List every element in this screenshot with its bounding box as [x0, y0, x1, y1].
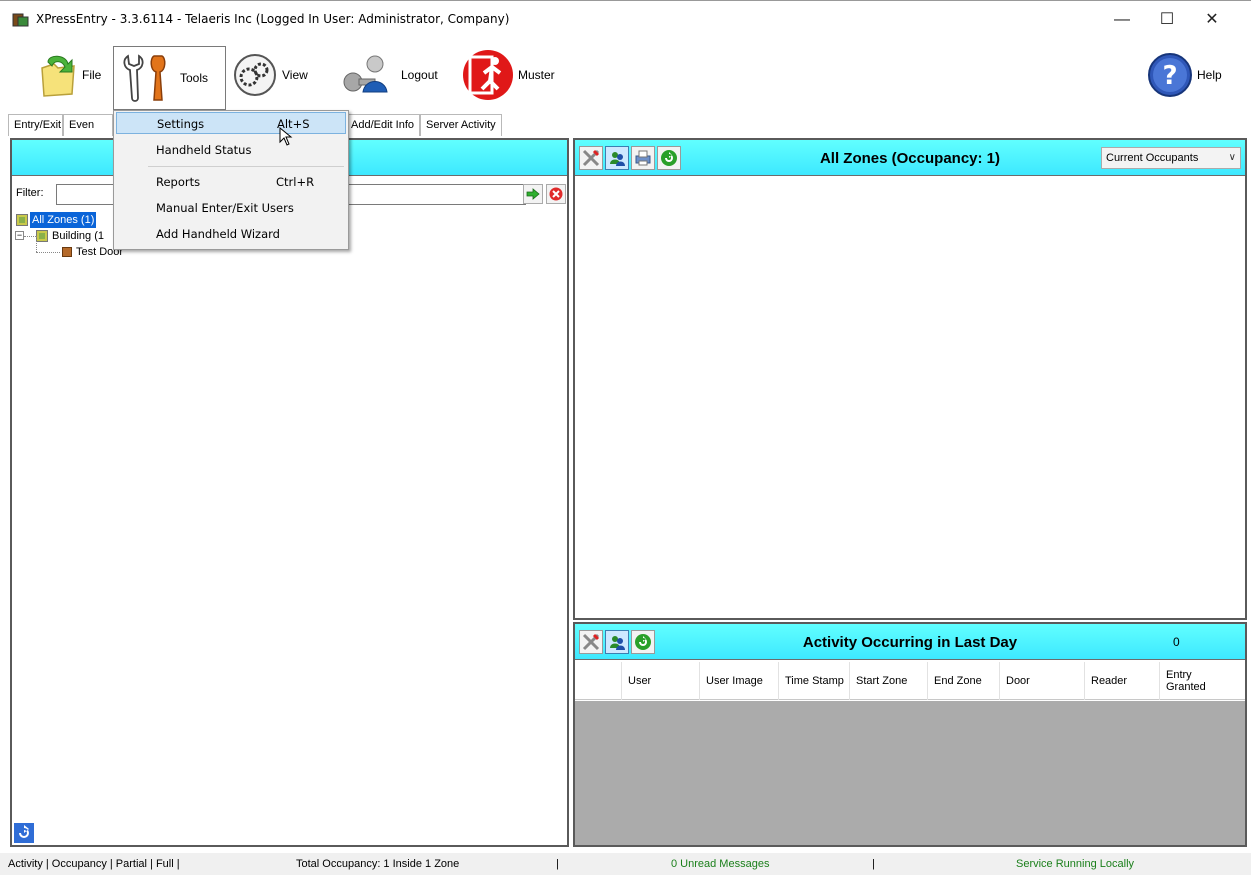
refresh-icon[interactable] — [14, 823, 34, 843]
mouse-cursor-icon — [279, 127, 293, 146]
column-user[interactable]: User — [621, 662, 699, 700]
title-bar: XPressEntry - 3.3.6114 - Telaeris Inc (L… — [0, 0, 1251, 36]
status-bar: Activity | Occupancy | Partial | Full | … — [0, 853, 1251, 875]
muster-label: Muster — [518, 68, 555, 82]
muster-button[interactable]: Muster — [462, 40, 555, 110]
tab-entry-exit[interactable]: Entry/Exit — [8, 114, 63, 136]
view-button[interactable]: View — [232, 40, 308, 110]
folder-icon — [41, 55, 75, 97]
activity-panel: Activity Occurring in Last Day 0 User Us… — [573, 622, 1247, 847]
tools-icon — [123, 54, 166, 102]
status-service: Service Running Locally — [1016, 858, 1135, 870]
clear-filter-button[interactable] — [546, 184, 566, 204]
menu-item-handheld-status[interactable]: Handheld Status — [116, 139, 346, 161]
chevron-down-icon: ∨ — [1228, 152, 1236, 163]
clear-icon — [549, 187, 563, 201]
status-total-occupancy: Total Occupancy: 1 Inside 1 Zone — [296, 858, 460, 870]
main-toolbar: File Tools View Logout Muster ? Help — [0, 36, 1251, 114]
close-button[interactable]: ✕ — [1197, 9, 1227, 31]
activity-grid-body — [575, 701, 1245, 845]
menu-item-add-handheld-wizard[interactable]: Add Handheld Wizard — [116, 223, 346, 245]
column-door[interactable]: Door — [999, 662, 1084, 700]
apply-filter-button[interactable] — [523, 184, 543, 204]
tree-item-label: Building (1 — [52, 230, 104, 242]
occupants-dropdown[interactable]: Current Occupants ∨ — [1101, 147, 1241, 169]
column-reader[interactable]: Reader — [1084, 662, 1159, 700]
tab-add-edit-info[interactable]: Add/Edit Info — [345, 114, 420, 136]
tab-events[interactable]: Even — [63, 114, 113, 136]
column-time-stamp[interactable]: Time Stamp — [778, 662, 844, 700]
zone-icon — [16, 214, 28, 226]
status-separator: | — [556, 858, 559, 870]
logout-icon — [343, 55, 388, 93]
menu-item-reports[interactable]: Reports Ctrl+R — [116, 171, 346, 193]
activity-panel-header: Activity Occurring in Last Day 0 — [575, 624, 1245, 660]
svg-text:?: ? — [1162, 61, 1177, 91]
door-icon — [62, 247, 72, 257]
occupancy-panel-header: All Zones (Occupancy: 1) Current Occupan… — [575, 140, 1245, 176]
file-button[interactable]: File — [38, 40, 101, 110]
collapse-icon[interactable]: − — [15, 231, 24, 240]
logout-button[interactable]: Logout — [335, 40, 438, 110]
status-separator: | — [872, 858, 875, 870]
tools-button[interactable]: Tools — [113, 46, 226, 110]
arrow-right-icon — [526, 188, 540, 200]
column-end-zone[interactable]: End Zone — [927, 662, 987, 700]
maximize-button[interactable]: ☐ — [1152, 9, 1182, 31]
tools-menu: Settings Alt+S Handheld Status Reports C… — [113, 110, 349, 250]
zone-icon — [36, 230, 48, 242]
column-entry-granted[interactable]: Entry Granted — [1159, 662, 1219, 700]
file-label: File — [82, 68, 102, 82]
activity-title: Activity Occurring in Last Day — [802, 634, 1018, 651]
column-user-image[interactable]: User Image — [699, 662, 778, 700]
window-title: XPressEntry - 3.3.6114 - Telaeris Inc (L… — [36, 12, 510, 26]
minimize-button[interactable]: — — [1107, 9, 1137, 31]
menu-item-settings[interactable]: Settings Alt+S — [116, 112, 346, 134]
tools-label: Tools — [180, 71, 209, 85]
emergency-exit-icon — [463, 50, 513, 100]
tab-server-activity[interactable]: Server Activity — [420, 114, 502, 136]
dropdown-value: Current Occupants — [1106, 152, 1199, 164]
view-label: View — [282, 68, 308, 82]
help-icon: ? — [1148, 53, 1192, 97]
column-start-zone[interactable]: Start Zone — [849, 662, 915, 700]
status-modes[interactable]: Activity | Occupancy | Partial | Full | — [8, 853, 180, 875]
activity-grid-header: User User Image Time Stamp Start Zone En… — [575, 662, 1245, 700]
app-icon — [12, 13, 29, 27]
tree-item-label: All Zones (1) — [30, 212, 97, 228]
occupancy-panel: All Zones (Occupancy: 1) Current Occupan… — [573, 138, 1247, 620]
filter-label: Filter: — [16, 187, 44, 199]
help-button[interactable]: ? Help — [1147, 40, 1222, 110]
help-label: Help — [1197, 68, 1222, 82]
menu-item-manual-enter-exit[interactable]: Manual Enter/Exit Users — [116, 197, 346, 219]
status-unread-messages[interactable]: 0 Unread Messages — [671, 853, 769, 875]
menu-separator — [148, 166, 344, 167]
gears-icon — [234, 54, 276, 96]
activity-count: 0 — [1173, 635, 1180, 649]
logout-label: Logout — [401, 68, 438, 82]
